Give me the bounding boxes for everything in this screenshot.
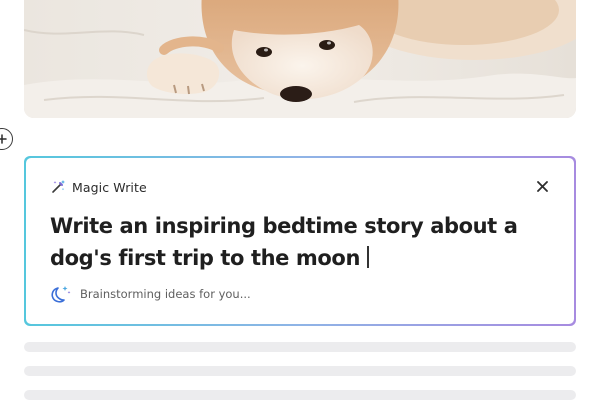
prompt-text[interactable]: Write an inspiring bedtime story about a…	[50, 210, 550, 274]
dog-photo[interactable]	[24, 0, 576, 118]
skeleton-line	[24, 342, 576, 352]
add-element-button[interactable]	[0, 128, 13, 150]
status-text: Brainstorming ideas for you...	[80, 287, 251, 301]
text-caret	[367, 246, 369, 268]
skeleton-line	[24, 366, 576, 376]
skeleton-line	[24, 390, 576, 400]
editor-page: Magic Write Write an inspiring bedtime s…	[0, 0, 600, 400]
magic-write-panel: Magic Write Write an inspiring bedtime s…	[24, 156, 576, 326]
plus-icon	[0, 134, 7, 144]
prompt-line-2: dog's first trip to the moon	[50, 246, 361, 270]
dog-photo-illustration	[24, 0, 576, 118]
close-button[interactable]	[534, 178, 550, 194]
close-icon	[536, 180, 548, 192]
status-row: Brainstorming ideas for you...	[50, 284, 251, 304]
magic-write-title: Magic Write	[72, 179, 147, 195]
prompt-line-1: Write an inspiring bedtime story about a	[50, 214, 518, 238]
magic-wand-icon	[52, 180, 65, 193]
moon-sparkle-icon	[51, 286, 71, 303]
magic-write-panel-body: Magic Write Write an inspiring bedtime s…	[26, 158, 574, 324]
magic-write-header: Magic Write	[50, 178, 147, 196]
